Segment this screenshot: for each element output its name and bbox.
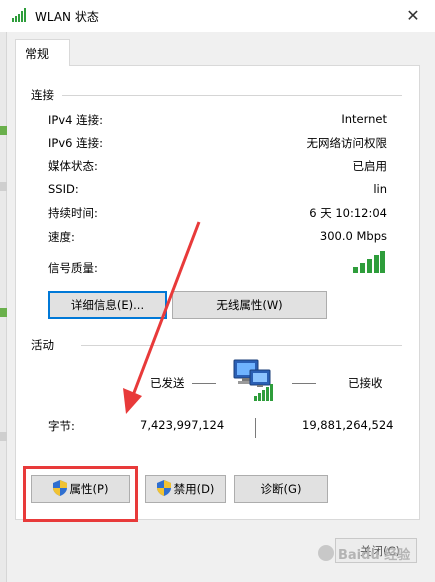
title-bar: WLAN 状态 ✕	[0, 0, 435, 32]
speed-label: 速度:	[48, 230, 75, 244]
duration-label: 持续时间:	[48, 206, 98, 220]
activity-section-label: 活动	[31, 338, 54, 352]
ipv4-value: Internet	[341, 112, 387, 126]
disable-button[interactable]: 禁用(D)	[145, 475, 226, 503]
annotation-highlight-box	[23, 466, 138, 522]
tab-general-label: 常规	[25, 47, 50, 61]
details-button[interactable]: 详细信息(E)...	[48, 291, 167, 319]
uac-shield-icon	[156, 480, 171, 496]
ipv6-label: IPv6 连接:	[48, 136, 103, 150]
signal-quality-label: 信号质量:	[48, 261, 98, 275]
media-state-value: 已启用	[352, 159, 388, 173]
diagnose-button[interactable]: 诊断(G)	[234, 475, 328, 503]
watermark-text: Baidu 经验	[338, 548, 411, 563]
wlan-signal-icon	[12, 8, 26, 22]
activity-divider	[81, 345, 402, 346]
bytes-label: 字节:	[48, 419, 75, 433]
speed-value: 300.0 Mbps	[319, 229, 387, 243]
ssid-value: lin	[373, 182, 387, 196]
received-label: 已接收	[348, 376, 383, 390]
duration-value: 6 天 10:12:04	[309, 206, 387, 220]
connection-section-label: 连接	[31, 88, 54, 102]
background-window-edge	[0, 32, 7, 582]
bytes-sent-value: 7,423,997,124	[140, 418, 225, 432]
sent-label: 已发送	[150, 376, 185, 390]
watermark: Baidu 经验	[318, 541, 420, 565]
bytes-divider	[255, 418, 256, 438]
window-title: WLAN 状态	[35, 10, 99, 24]
received-dash	[292, 383, 316, 384]
bytes-received-value: 19,881,264,524	[302, 418, 394, 432]
media-state-label: 媒体状态:	[48, 159, 98, 173]
ipv4-label: IPv4 连接:	[48, 113, 103, 127]
tab-general[interactable]: 常规	[15, 39, 70, 66]
disable-button-label: 禁用(D)	[173, 482, 215, 496]
network-computers-icon	[233, 359, 273, 401]
wireless-properties-button[interactable]: 无线属性(W)	[172, 291, 327, 319]
ipv6-value: 无网络访问权限	[306, 136, 388, 150]
watermark-logo	[318, 545, 334, 561]
close-icon[interactable]: ✕	[400, 3, 426, 29]
signal-quality-icon	[353, 251, 385, 273]
sent-dash	[192, 383, 216, 384]
connection-divider	[62, 95, 402, 96]
ssid-label: SSID:	[48, 182, 79, 196]
